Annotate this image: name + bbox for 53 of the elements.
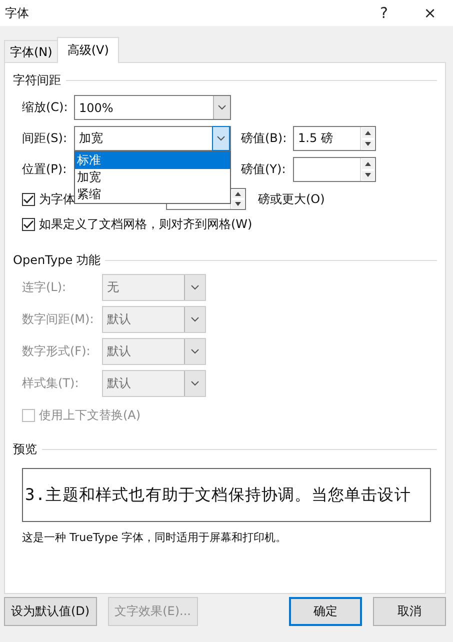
dialog-button[interactable]: 确定: [289, 597, 362, 626]
field-label: 磅值(Y):: [241, 161, 287, 178]
help-button[interactable]: ?: [361, 0, 407, 26]
field-label: 间距(S):: [22, 130, 68, 147]
points-spin-box[interactable]: 1.5 磅: [293, 126, 376, 151]
chevron-icon: [191, 381, 199, 386]
font-description: 这是一种 TrueType 字体，同时适用于屏幕和打印机。: [22, 530, 288, 545]
up-triangle-icon: [365, 130, 371, 135]
spin-up-button[interactable]: [362, 128, 374, 138]
chevron-icon: [191, 285, 199, 290]
chevron-icon: [191, 349, 199, 354]
spin-down-button[interactable]: [232, 200, 244, 208]
field-label: 数字形式(F):: [22, 343, 92, 360]
down-triangle-icon: [235, 202, 241, 206]
chevron-icon: [191, 317, 199, 322]
field-label: 位置(P):: [22, 161, 68, 178]
chevron-icon: [217, 136, 225, 141]
dropdown-option[interactable]: 加宽: [75, 169, 230, 186]
section-heading: 预览: [13, 440, 37, 458]
field-label: 样式集(T):: [22, 375, 80, 392]
spin-down-button[interactable]: [362, 140, 374, 149]
chevron-icon: [218, 105, 226, 110]
checkbox-label: 使用上下文替换(A): [39, 407, 141, 424]
section-heading: 字符间距: [13, 72, 61, 88]
dropdown-option[interactable]: 标准: [75, 152, 230, 169]
close-button[interactable]: ×: [407, 0, 453, 26]
field-label: 连字(L):: [22, 279, 68, 296]
spacing-dropdown[interactable]: 加宽: [74, 126, 231, 151]
checkbox-label: 为字体: [39, 190, 75, 208]
dialog-button[interactable]: 取消: [373, 597, 446, 626]
checkbox[interactable]: [22, 218, 35, 231]
field-label: 缩放(C):: [22, 99, 69, 116]
down-triangle-icon: [365, 142, 371, 146]
section-heading: OpenType 功能: [13, 252, 100, 268]
dialog-button[interactable]: 设为默认值(D): [4, 597, 97, 626]
field-label: 磅值(B):: [241, 130, 288, 147]
field-label: 磅或更大(O): [258, 190, 325, 208]
up-triangle-icon: [235, 192, 241, 196]
checkbox-label: 如果定义了文档网格，则对齐到网格(W): [39, 216, 252, 233]
spin-up-button[interactable]: [362, 159, 374, 168]
up-triangle-icon: [365, 162, 371, 166]
spin-up-button[interactable]: [232, 190, 244, 198]
dropdown-option[interactable]: 紧缩: [75, 186, 230, 203]
spin-down-button[interactable]: [362, 170, 374, 180]
checkbox[interactable]: [22, 192, 35, 206]
tab[interactable]: 字体(N): [4, 40, 58, 62]
tab[interactable]: 高级(V): [57, 37, 119, 63]
down-triangle-icon: [365, 173, 371, 178]
preview-text: 3.主题和样式也有助于文档保持协调。当您单击设计: [25, 484, 411, 506]
points-spin-box[interactable]: [293, 157, 376, 182]
window-title: 字体: [5, 4, 29, 22]
field-label: 数字间距(M):: [22, 311, 95, 328]
scale-combo-box[interactable]: 100%: [74, 95, 231, 120]
